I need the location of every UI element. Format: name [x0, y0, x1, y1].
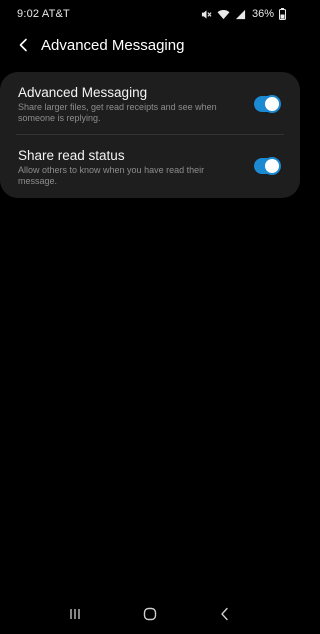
setting-title: Share read status [18, 148, 125, 163]
recent-apps-icon [70, 609, 80, 619]
page-title: Advanced Messaging [41, 36, 185, 54]
status-time-carrier: 9:02 AT&T [17, 8, 70, 20]
setting-share-read-status[interactable]: Share read status Allow others to know w… [0, 135, 300, 198]
battery-percent: 36% [251, 8, 274, 20]
mute-icon [201, 9, 212, 20]
nav-back-button[interactable] [205, 599, 245, 629]
toggle-knob [263, 157, 281, 175]
settings-card: Advanced Messaging Share larger files, g… [0, 72, 300, 198]
app-header: Advanced Messaging [0, 28, 300, 62]
home-icon [143, 607, 157, 621]
recent-apps-button[interactable] [55, 599, 95, 629]
share-read-status-toggle[interactable] [254, 157, 281, 175]
navigation-bar [0, 594, 300, 634]
screen: 9:02 AT&T 36% Advanced Messaging Advance… [0, 0, 300, 634]
battery-icon [279, 8, 286, 20]
setting-advanced-messaging[interactable]: Advanced Messaging Share larger files, g… [0, 72, 300, 134]
home-button[interactable] [130, 599, 170, 629]
back-arrow-icon [19, 38, 27, 52]
setting-title: Advanced Messaging [18, 85, 148, 100]
back-button[interactable] [12, 33, 36, 57]
wifi-icon [217, 9, 230, 20]
back-icon [220, 607, 228, 621]
advanced-messaging-toggle[interactable] [254, 95, 281, 113]
setting-description: Allow others to know when you have read … [18, 165, 205, 186]
setting-description: Share larger files, get read receipts an… [18, 102, 217, 123]
signal-icon [235, 9, 246, 20]
status-icons: 36% [201, 8, 286, 20]
status-bar: 9:02 AT&T 36% [0, 0, 300, 28]
toggle-knob [263, 95, 281, 113]
